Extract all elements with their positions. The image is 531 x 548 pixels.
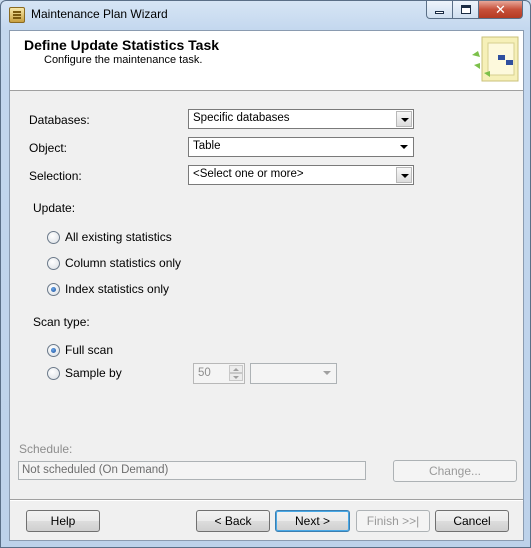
close-button[interactable]: ✕ [478,1,523,19]
wizard-content: Define Update Statistics Task Configure … [9,30,524,541]
object-value: Table [193,140,221,152]
sample-unit-dropdown[interactable] [250,363,337,384]
databases-dropdown[interactable]: Specific databases [188,109,414,129]
help-button[interactable]: Help [26,510,100,532]
back-button[interactable]: < Back [196,510,270,532]
spin-down-icon[interactable] [229,373,243,381]
chevron-down-icon [396,111,412,127]
update-label: Update: [33,201,76,215]
scan-type-label: Scan type: [33,315,90,329]
radio-label[interactable]: Full scan [65,343,113,357]
spinner-buttons[interactable] [229,365,243,382]
radio-label[interactable]: Sample by [65,366,122,380]
change-schedule-button[interactable]: Change... [393,460,517,482]
sample-value: 50 [198,367,211,379]
schedule-value: Not scheduled (On Demand) [22,464,169,476]
databases-value: Specific databases [193,112,290,124]
sample-percent-spinner[interactable]: 50 [193,363,245,384]
object-dropdown[interactable]: Table [188,137,414,157]
radio-sample-by[interactable] [47,367,60,380]
maximize-icon [460,5,471,14]
radio-all-existing-statistics[interactable] [47,231,60,244]
chevron-down-icon [396,139,412,155]
wizard-header: Define Update Statistics Task Configure … [10,31,523,91]
footer-divider [10,499,523,501]
databases-label: Databases: [29,113,90,127]
close-icon: ✕ [495,1,506,17]
radio-index-statistics-only[interactable] [47,283,60,296]
radio-label[interactable]: All existing statistics [65,230,172,244]
window-title: Maintenance Plan Wizard [31,7,168,21]
selection-value: <Select one or more> [193,168,304,180]
schedule-label: Schedule: [19,442,73,456]
app-icon [9,7,25,23]
page-subtitle: Configure the maintenance task. [44,54,203,66]
finish-button[interactable]: Finish >>| [356,510,430,532]
selection-label: Selection: [29,169,82,183]
title-bar[interactable]: Maintenance Plan Wizard ✕ [1,1,530,29]
minimize-icon [435,11,444,14]
minimize-button[interactable] [426,1,453,19]
schedule-field[interactable]: Not scheduled (On Demand) [18,461,366,480]
selection-dropdown[interactable]: <Select one or more> [188,165,414,185]
page-title: Define Update Statistics Task [24,37,220,53]
maximize-button[interactable] [452,1,479,19]
wizard-window: Maintenance Plan Wizard ✕ Define Update … [0,0,531,548]
wizard-banner-icon [472,36,519,82]
chevron-down-icon [319,365,335,381]
radio-column-statistics-only[interactable] [47,257,60,270]
cancel-button[interactable]: Cancel [435,510,509,532]
object-label: Object: [29,141,68,155]
chevron-down-icon [396,167,412,183]
radio-full-scan[interactable] [47,344,60,357]
next-button[interactable]: Next > [275,510,350,532]
radio-label[interactable]: Column statistics only [65,256,181,270]
radio-label[interactable]: Index statistics only [65,282,169,296]
spin-up-icon[interactable] [229,365,243,373]
